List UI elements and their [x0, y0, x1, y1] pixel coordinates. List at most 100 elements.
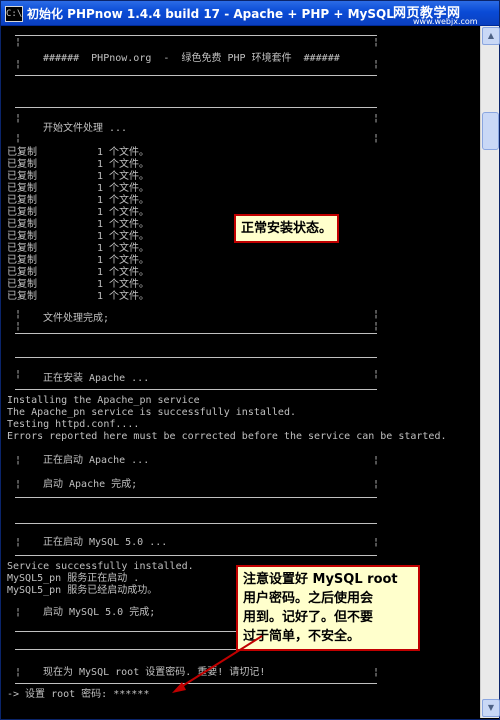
copied-label: 已复制	[7, 279, 37, 290]
copied-count: 1 个文件。	[97, 231, 150, 242]
box-edge: ¦	[373, 369, 380, 380]
scroll-up-icon[interactable]: ▲	[482, 27, 500, 45]
copied-count: 1 个文件。	[97, 291, 150, 302]
copied-count: 1 个文件。	[97, 147, 150, 158]
mysql-output-1: Service successfully installed.	[7, 561, 194, 572]
copied-count: 1 个文件。	[97, 183, 150, 194]
scroll-down-icon[interactable]: ▼	[482, 699, 500, 717]
box-edge: ¦	[15, 455, 22, 466]
banner-text: ###### PHPnow.org - 绿色免费 PHP 环境套件 ######	[43, 53, 340, 64]
banner-right-edge: ¦	[373, 37, 380, 48]
box-edge: ¦	[373, 113, 380, 124]
copied-count: 1 个文件。	[97, 159, 150, 170]
copied-count: 1 个文件。	[97, 279, 150, 290]
box-edge: ¦	[15, 607, 22, 618]
box-edge: ¦	[373, 321, 380, 332]
banner-left-edge: ¦	[15, 37, 22, 48]
scrollbar-thumb[interactable]	[482, 112, 499, 150]
copied-count: 1 个文件。	[97, 171, 150, 182]
banner-right-edge-2: ¦	[373, 59, 380, 70]
banner-bottom-rule	[15, 75, 377, 76]
title-bar[interactable]: C:\ 初始化 PHPnow 1.4.4 build 17 - Apache +…	[1, 1, 499, 26]
box-edge: ¦	[15, 667, 22, 678]
box-edge: ¦	[15, 369, 22, 380]
copied-count: 1 个文件。	[97, 243, 150, 254]
copied-file-line: 已复制 1 个文件。	[7, 147, 149, 159]
vertical-scrollbar[interactable]: ▲ ▼	[480, 26, 500, 718]
copied-label: 已复制	[7, 291, 37, 302]
starting-apache-line: 正在启动 Apache ...	[43, 455, 150, 466]
box-edge: ¦	[373, 455, 380, 466]
box-edge: ¦	[15, 113, 22, 124]
box-edge: ¦	[373, 537, 380, 548]
copied-count: 1 个文件。	[97, 207, 150, 218]
console-app-icon[interactable]: C:\	[5, 6, 23, 22]
copied-count: 1 个文件。	[97, 219, 150, 230]
banner-top-rule	[15, 35, 377, 36]
password-prompt[interactable]: -> 设置 root 密码: ******	[7, 689, 149, 701]
copied-label: 已复制	[7, 159, 37, 170]
normal-state-callout: 正常安装状态。	[234, 214, 340, 243]
copied-file-line: 已复制 1 个文件。	[7, 183, 149, 195]
copied-label: 已复制	[7, 171, 37, 182]
copied-label: 已复制	[7, 243, 37, 254]
callout-line-4: 过于简单，不安全。	[243, 629, 361, 644]
box-edge: ¦	[373, 133, 380, 144]
box-edge: ¦	[15, 321, 22, 332]
apache-output-3: Testing httpd.conf....	[7, 419, 140, 430]
files-done-line: 文件处理完成;	[43, 313, 110, 324]
copied-label: 已复制	[7, 219, 37, 230]
copied-file-line: 已复制 1 个文件。	[7, 231, 149, 243]
apache-output-4: Errors reported here must be corrected b…	[7, 431, 447, 442]
copied-file-line: 已复制 1 个文件。	[7, 159, 149, 171]
start-files-line: 开始文件处理 ...	[43, 123, 128, 134]
copied-count: 1 个文件。	[97, 195, 150, 206]
copied-label: 已复制	[7, 255, 37, 266]
password-bottom-rule	[15, 683, 377, 684]
copied-label: 已复制	[7, 267, 37, 278]
callout-line-1: 注意设置好 MySQL root	[243, 572, 398, 587]
box-edge: ¦	[15, 309, 22, 320]
copied-file-line: 已复制 1 个文件。	[7, 279, 149, 291]
mysql-output-2: MySQL5_pn 服务正在启动 .	[7, 573, 140, 584]
copied-file-line: 已复制 1 个文件。	[7, 291, 149, 303]
copied-file-line: 已复制 1 个文件。	[7, 255, 149, 267]
banner-left-edge-2: ¦	[15, 59, 22, 70]
box-edge: ¦	[15, 479, 22, 490]
box-edge: ¦	[15, 537, 22, 548]
copied-file-line: 已复制 1 个文件。	[7, 267, 149, 279]
mysql-output-3: MySQL5_pn 服务已经启动成功。	[7, 585, 158, 596]
box-edge: ¦	[15, 133, 22, 144]
starting-mysql-line: 正在启动 MySQL 5.0 ...	[43, 537, 168, 548]
mysql-top-rule	[15, 523, 377, 524]
files-bottom-rule	[15, 333, 377, 334]
box-edge: ¦	[373, 667, 380, 678]
files-top-rule	[15, 107, 377, 108]
copied-count: 1 个文件。	[97, 255, 150, 266]
apache-top-rule	[15, 357, 377, 358]
copied-file-line: 已复制 1 个文件。	[7, 195, 149, 207]
password-notice-line: 现在为 MySQL root 设置密码. 重要! 请切记!	[43, 667, 266, 678]
callout-line-2: 用户密码。之后使用会	[243, 591, 374, 606]
apache-output-1: Installing the Apache_pn service	[7, 395, 200, 406]
mysql-mid-rule	[15, 555, 377, 556]
apache-bottom-rule	[15, 497, 377, 498]
callout-line-3: 用到。记好了。但不要	[243, 610, 374, 625]
copied-label: 已复制	[7, 231, 37, 242]
watermark-url: www.webjx.com	[413, 17, 478, 26]
copied-file-line: 已复制 1 个文件。	[7, 207, 149, 219]
copied-file-line: 已复制 1 个文件。	[7, 219, 149, 231]
apache-output-2: The Apache_pn service is successfully in…	[7, 407, 296, 418]
apache-mid-rule	[15, 389, 377, 390]
copied-label: 已复制	[7, 207, 37, 218]
window-title: 初始化 PHPnow 1.4.4 build 17 - Apache + PHP…	[27, 7, 394, 21]
copied-label: 已复制	[7, 147, 37, 158]
apache-done-line: 启动 Apache 完成;	[43, 479, 138, 490]
mysql-password-callout: 注意设置好 MySQL root 用户密码。之后使用会 用到。记好了。但不要 过…	[236, 565, 420, 651]
mysql-done-line: 启动 MySQL 5.0 完成;	[43, 607, 156, 618]
copied-count: 1 个文件。	[97, 267, 150, 278]
copied-label: 已复制	[7, 183, 37, 194]
copied-file-line: 已复制 1 个文件。	[7, 243, 149, 255]
box-edge: ¦	[373, 309, 380, 320]
box-edge: ¦	[373, 479, 380, 490]
